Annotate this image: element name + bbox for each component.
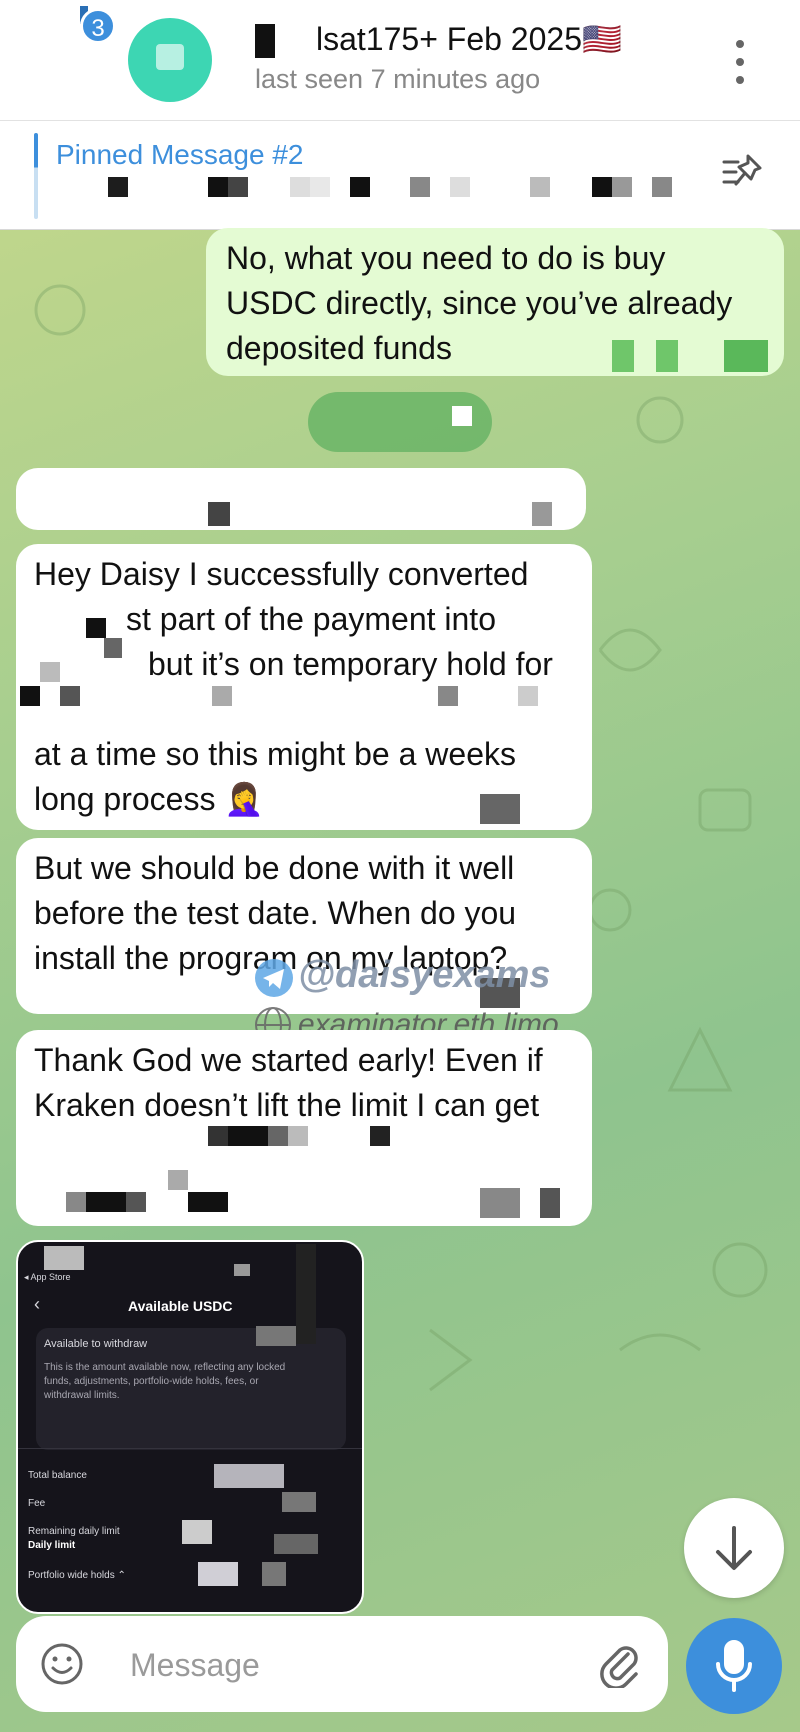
redacted-text (86, 618, 106, 638)
message-line: But we should be done with it well (34, 850, 515, 886)
message-line: st part of the payment into (126, 601, 496, 637)
redacted-timestamp (480, 794, 520, 824)
date-separator-pill (308, 392, 492, 452)
redacted-value (274, 1534, 318, 1554)
info-card: Available to withdraw This is the amount… (36, 1328, 346, 1450)
redacted-text (20, 686, 40, 706)
message-line: before the test date. When do you (34, 895, 517, 931)
message-line: Hey Daisy I successfully converted (34, 556, 529, 592)
avatar-glyph (156, 44, 184, 70)
card-text: withdrawal limits. (44, 1390, 120, 1401)
redacted-timestamp (656, 340, 678, 372)
voice-record-button[interactable] (686, 1618, 782, 1714)
redacted-text (438, 686, 458, 706)
redacted-text (288, 1126, 308, 1146)
redacted-text (66, 1192, 86, 1212)
telegram-icon (255, 959, 293, 997)
redacted-value (214, 1464, 284, 1488)
pinned-indicator (34, 133, 38, 219)
redacted-text (228, 1126, 268, 1146)
message-line: No, what you need to do is buy (226, 240, 666, 276)
outgoing-message[interactable]: No, what you need to do is buy USDC dire… (206, 228, 784, 376)
message-line: USDC directly, since you’ve already (226, 285, 733, 321)
message-composer (16, 1616, 668, 1712)
microphone-icon (716, 1640, 752, 1692)
watermark-handle: @daisyexams (298, 954, 551, 996)
row-label: Daily limit (28, 1540, 76, 1551)
redacted-value (198, 1562, 238, 1586)
image-attachment[interactable]: ◂ App Store ‹ Available USDC Available t… (16, 1240, 364, 1614)
card-title: Available to withdraw (44, 1338, 148, 1350)
redacted-text (168, 1170, 188, 1190)
redacted-timestamp (612, 340, 634, 372)
pinned-message-bar[interactable]: Pinned Message #2 (0, 121, 800, 230)
incoming-message[interactable]: Thank God we started early! Even if Krak… (16, 1030, 592, 1226)
redacted-text (208, 1126, 228, 1146)
redacted-text (40, 662, 60, 682)
redacted-value (234, 1264, 250, 1276)
incoming-message[interactable]: Hey Daisy I successfully converted st pa… (16, 544, 592, 830)
redacted-text (60, 686, 80, 706)
redacted-text (518, 686, 538, 706)
redacted-timestamp (480, 1188, 520, 1218)
chat-avatar[interactable] (128, 18, 212, 102)
pinned-preview-redacted (56, 177, 676, 199)
app-store-back-link: ◂ App Store (24, 1272, 71, 1282)
card-text: funds, adjustments, portfolio-wide holds… (44, 1376, 259, 1387)
redacted-timestamp (540, 1188, 560, 1218)
unpin-list-icon[interactable] (722, 152, 766, 196)
redacted-value (256, 1326, 296, 1346)
message-line: Kraken doesn’t lift the limit I can get (34, 1087, 540, 1123)
redacted-text (212, 686, 232, 706)
redacted-title-prefix (255, 24, 275, 58)
redacted-value (182, 1520, 212, 1544)
row-label: Fee (28, 1498, 46, 1509)
redacted-value (282, 1492, 316, 1512)
message-line: Thank God we started early! Even if (34, 1042, 543, 1078)
redacted-text (370, 1126, 390, 1146)
message-input[interactable] (128, 1636, 592, 1694)
redacted-text (188, 1192, 228, 1212)
chat-header: 3 lsat175+ Feb 2025🇺🇸 last seen 7 minute… (0, 0, 800, 121)
scroll-to-bottom-button[interactable] (684, 1498, 784, 1598)
screen-title: Available USDC (128, 1298, 233, 1314)
chat-title[interactable]: lsat175+ Feb 2025🇺🇸 (316, 20, 622, 58)
redacted-text (104, 638, 122, 658)
redacted-text (86, 1192, 126, 1212)
emoji-icon[interactable] (40, 1642, 84, 1686)
redacted-text (268, 1126, 288, 1146)
row-label: Portfolio wide holds ⌃ (28, 1570, 126, 1581)
redacted-text (126, 1192, 146, 1212)
redacted-timestamp (724, 340, 768, 372)
card-text: This is the amount available now, reflec… (44, 1362, 286, 1373)
scroll-down-icon (716, 1526, 752, 1570)
message-line: at a time so this might be a weeks (34, 736, 516, 772)
redacted-value (44, 1246, 84, 1270)
more-vertical-icon[interactable] (732, 40, 748, 84)
incoming-message-redacted[interactable] (16, 468, 586, 530)
back-chevron-icon: ‹ (34, 1294, 40, 1314)
message-line: deposited funds (226, 330, 452, 366)
redacted-value (262, 1562, 286, 1586)
pinned-title: Pinned Message #2 (56, 139, 304, 170)
unread-count-badge[interactable]: 3 (80, 8, 116, 44)
row-label: Total balance (28, 1470, 87, 1481)
divider (18, 1448, 362, 1449)
chat-status: last seen 7 minutes ago (255, 64, 541, 94)
paperclip-icon[interactable] (596, 1640, 642, 1688)
row-label: Remaining daily limit (28, 1526, 120, 1537)
